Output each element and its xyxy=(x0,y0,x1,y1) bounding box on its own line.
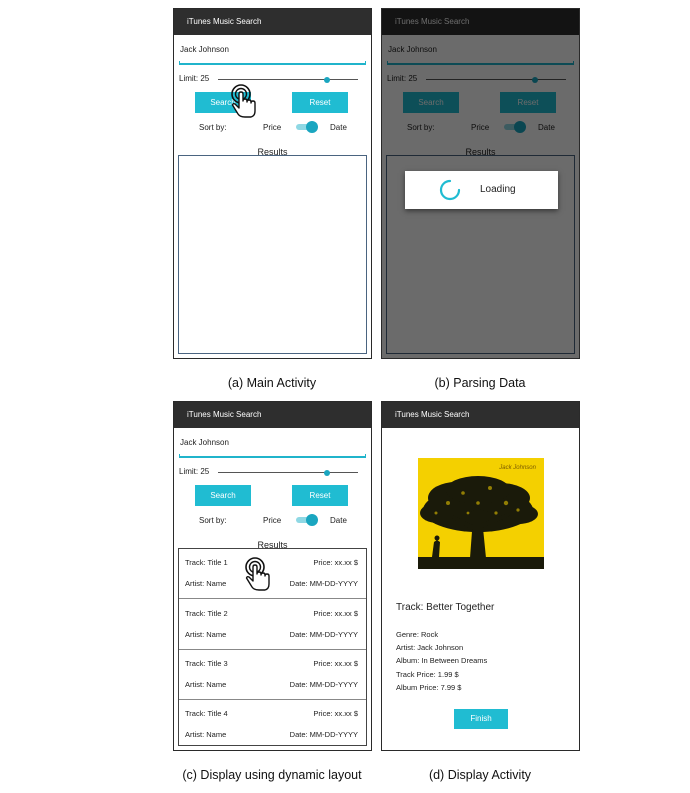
screen-display-activity: iTunes Music Search Jack Johnson Track: … xyxy=(381,401,580,751)
search-button[interactable]: Search xyxy=(195,485,251,506)
track-title: Track: Title 2 xyxy=(185,609,228,618)
release-date: Date: MM-DD-YYYY xyxy=(289,579,358,588)
track-title: Track: Title 4 xyxy=(185,709,228,718)
album-art-text: Jack Johnson xyxy=(498,465,536,471)
list-item[interactable]: Track: Title 3 Price: xx.xx $ Artist: Na… xyxy=(179,650,366,700)
finish-button[interactable]: Finish xyxy=(454,709,508,729)
caption-d: (d) Display Activity xyxy=(428,768,532,782)
screen-dynamic-layout: iTunes Music Search Jack Johnson Limit: … xyxy=(173,401,372,751)
artist-name: Artist: Name xyxy=(185,730,227,739)
detail-track-price: Track Price: 1.99 $ xyxy=(396,670,459,679)
slider-thumb[interactable] xyxy=(324,76,331,83)
release-date: Date: MM-DD-YYYY xyxy=(289,630,358,639)
sort-by-label: Sort by: xyxy=(199,516,227,525)
caption-c: (c) Display using dynamic layout xyxy=(182,768,362,782)
app-bar-title: iTunes Music Search xyxy=(174,402,371,428)
caption-a: (a) Main Activity xyxy=(227,376,317,390)
list-item[interactable]: Track: Title 1 Price: xx.xx $ Artist: Na… xyxy=(179,549,366,599)
search-input[interactable]: Jack Johnson xyxy=(179,45,366,65)
album-art: Jack Johnson xyxy=(418,458,544,569)
screen-main-activity: iTunes Music Search Jack Johnson Limit: … xyxy=(173,8,372,359)
screen-parsing-data: iTunes Music Search Jack Johnson Limit: … xyxy=(381,8,580,359)
list-item[interactable]: Track: Title 4 Price: xx.xx $ Artist: Na… xyxy=(179,700,366,750)
limit-label: Limit: 25 xyxy=(179,74,210,83)
artist-name: Artist: Name xyxy=(185,579,227,588)
release-date: Date: MM-DD-YYYY xyxy=(289,730,358,739)
track-price: Price: xx.xx $ xyxy=(313,558,358,567)
loading-dialog: Loading xyxy=(405,171,558,209)
spinner-icon xyxy=(439,179,461,201)
app-bar-title: iTunes Music Search xyxy=(382,402,579,428)
track-title: Track: Title 3 xyxy=(185,659,228,668)
sort-by-label: Sort by: xyxy=(199,123,227,132)
app-bar-title: iTunes Music Search xyxy=(174,9,371,35)
search-input[interactable]: Jack Johnson xyxy=(179,438,366,458)
results-list xyxy=(178,155,367,354)
sort-price-label: Price xyxy=(263,516,282,525)
detail-track-title: Track: Better Together xyxy=(396,602,495,613)
track-title: Track: Title 1 xyxy=(185,558,228,567)
detail-album: Album: In Between Dreams xyxy=(396,656,488,665)
sort-price-label: Price xyxy=(263,123,282,132)
slider-thumb[interactable] xyxy=(324,469,331,476)
limit-slider[interactable] xyxy=(218,76,358,83)
detail-genre: Genre: Rock xyxy=(396,630,439,639)
track-price: Price: xx.xx $ xyxy=(313,609,358,618)
detail-artist: Artist: Jack Johnson xyxy=(396,643,464,652)
hand-pointer-icon xyxy=(231,84,256,118)
sort-date-label: Date xyxy=(330,516,347,525)
artist-name: Artist: Name xyxy=(185,680,227,689)
hand-pointer-icon xyxy=(245,557,270,591)
results-list: Track: Title 1 Price: xx.xx $ Artist: Na… xyxy=(178,548,367,746)
release-date: Date: MM-DD-YYYY xyxy=(289,680,358,689)
sort-date-label: Date xyxy=(330,123,347,132)
sort-toggle[interactable] xyxy=(296,514,318,526)
sort-toggle[interactable] xyxy=(296,121,318,133)
detail-album-price: Album Price: 7.99 $ xyxy=(396,683,462,692)
caption-b: (b) Parsing Data xyxy=(434,376,526,390)
track-price: Price: xx.xx $ xyxy=(313,709,358,718)
track-price: Price: xx.xx $ xyxy=(313,659,358,668)
limit-label: Limit: 25 xyxy=(179,467,210,476)
list-item[interactable]: Track: Title 2 Price: xx.xx $ Artist: Na… xyxy=(179,600,366,650)
limit-slider[interactable] xyxy=(218,469,358,476)
artist-name: Artist: Name xyxy=(185,630,227,639)
reset-button[interactable]: Reset xyxy=(292,485,348,506)
reset-button[interactable]: Reset xyxy=(292,92,348,113)
loading-text: Loading xyxy=(480,184,516,195)
